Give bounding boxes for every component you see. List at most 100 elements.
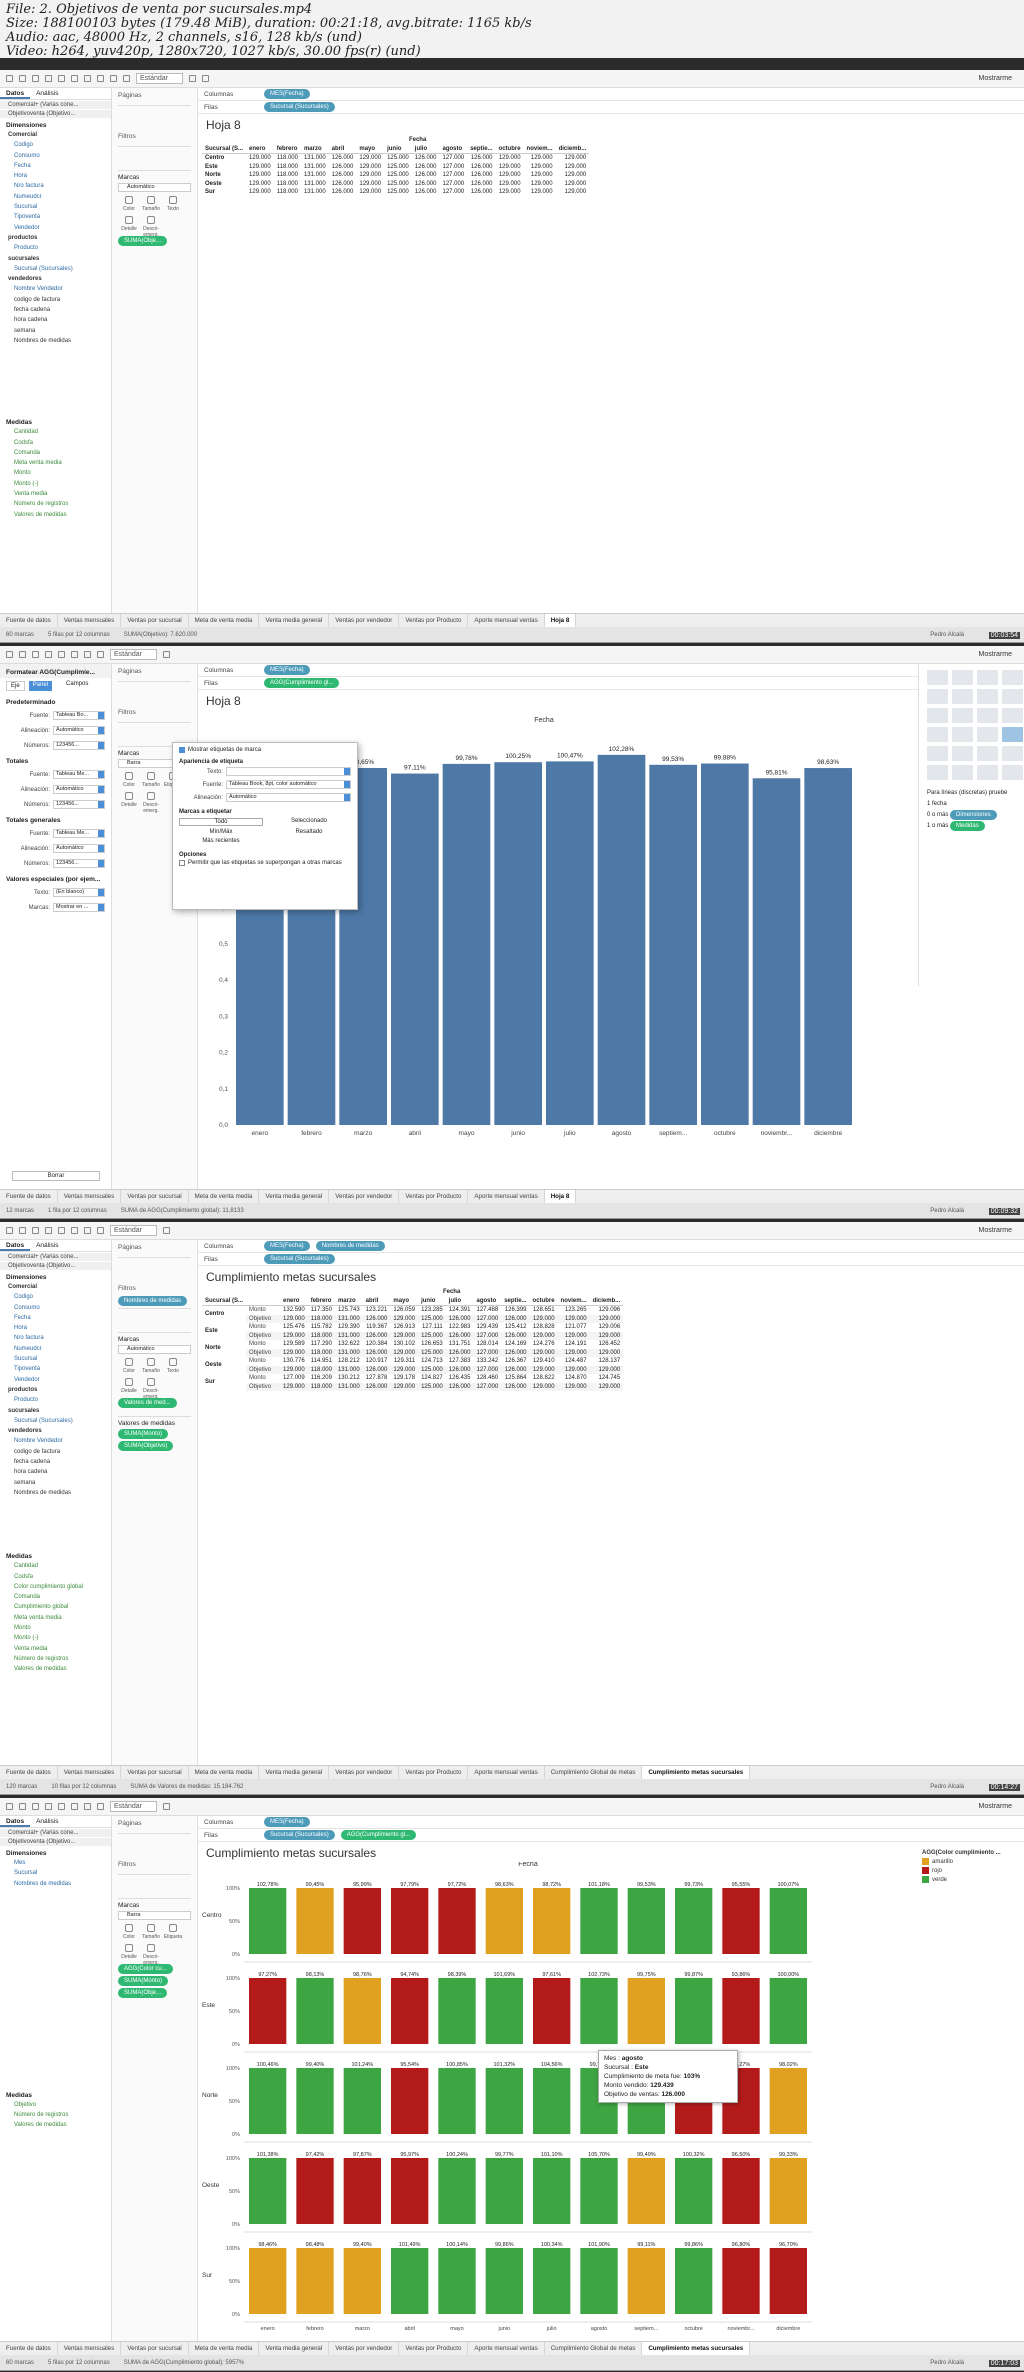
dimension-folder[interactable]: sucursales [0,1406,111,1416]
sheet-tab[interactable]: Fuente de datos [0,614,58,627]
chart-type-thumbnail[interactable] [927,708,948,723]
measure-field[interactable]: Monto (-) [0,479,111,489]
show-me-button[interactable]: Mostrarme [979,651,1012,658]
tab-eje[interactable]: Eje [6,681,25,691]
sheet-tab[interactable]: Cumplimiento Global de metas [545,2342,643,2355]
dimension-field[interactable]: Nombres de medidas [0,1488,111,1498]
share-icon[interactable] [163,1803,171,1810]
show-me-button[interactable]: Mostrarme [979,1227,1012,1234]
fit-dropdown[interactable]: Estándar [110,649,158,660]
dimension-field[interactable]: Tipoventa [0,1364,111,1374]
group-icon[interactable] [110,75,117,82]
measure-field[interactable]: Codsfa [0,1572,111,1582]
measure-field[interactable]: Monto [0,468,111,478]
sheet-tab[interactable]: Ventas por vendedor [329,1766,400,1779]
datasource-item[interactable]: Comercial+ (Varias cone... [0,1829,111,1837]
sheet-tab[interactable]: Ventas mensuales [58,1190,122,1203]
sheet-tab[interactable]: Ventas por Producto [399,614,469,627]
bar[interactable] [533,2248,571,2314]
tab-datos[interactable]: Datos [0,1816,31,1827]
bar[interactable] [769,2248,807,2314]
bar[interactable] [722,1978,760,2044]
filters-card[interactable]: Filtros [112,1857,197,1872]
bar[interactable] [391,2248,429,2314]
sheet-tab[interactable]: Cumplimiento metas sucursales [642,2342,751,2355]
pages-card[interactable]: Páginas [112,664,197,679]
bar[interactable] [296,2158,334,2224]
bar[interactable] [722,1888,760,1954]
dimension-folder[interactable]: productos [0,1385,111,1395]
bar[interactable] [627,2158,665,2224]
chart-type-thumbnail[interactable] [977,765,998,780]
color-button[interactable]: Color [118,770,140,790]
legend-item[interactable]: rojo [922,1867,1020,1874]
dimension-field[interactable]: hora cadena [0,1467,111,1477]
dimension-field[interactable]: Sucursal (Sucursales) [0,264,111,274]
dimension-field[interactable]: fecha cadena [0,1457,111,1467]
forward-icon[interactable] [32,651,39,658]
dimension-folder[interactable]: Comercial [0,130,111,140]
option-minmax[interactable]: Mín/Máx [179,829,263,835]
dimension-field[interactable]: Fecha [0,161,111,171]
save-icon[interactable] [45,1803,52,1810]
size-button[interactable]: Tamaño [140,1356,162,1376]
dimension-field[interactable]: Sucursal [0,1354,111,1364]
bar[interactable] [438,1888,476,1954]
save-icon[interactable] [45,1227,52,1234]
new-sheet-icon[interactable] [58,1803,65,1810]
back-icon[interactable] [19,651,26,658]
sheet-tab[interactable]: Ventas por vendedor [329,1190,400,1203]
format-dropdown[interactable]: Tableau Me... [53,770,105,779]
bar[interactable] [769,2158,807,2224]
dimension-field[interactable]: fecha cadena [0,305,111,315]
sheet-tab[interactable]: Ventas mensuales [58,2342,122,2355]
bar[interactable] [675,2158,713,2224]
bar[interactable] [249,2068,287,2134]
show-me-button[interactable]: Mostrarme [979,1803,1012,1810]
chart-type-thumbnail[interactable] [927,765,948,780]
chart-type-thumbnail[interactable] [927,689,948,704]
bar[interactable] [485,2068,523,2134]
measure-field[interactable]: Comanda [0,448,111,458]
format-dropdown[interactable]: 123456... [53,741,105,750]
sheet-tab[interactable]: Meta de venta media [189,1190,260,1203]
sheet-tab[interactable]: Venta media general [259,1766,330,1779]
bar[interactable] [249,2158,287,2224]
dimension-folder[interactable]: vendedores [0,274,111,284]
forward-icon[interactable] [32,1803,39,1810]
dimension-field[interactable]: Nro factura [0,181,111,191]
measure-value-pill[interactable]: SUMA(Monto) [118,1429,169,1439]
pages-card[interactable]: Páginas [112,1816,197,1831]
bar[interactable] [438,2158,476,2224]
format-dropdown[interactable]: (En blanco) [53,888,105,897]
bar[interactable] [627,1888,665,1954]
sort-icon[interactable] [84,1227,91,1234]
dimension-field[interactable]: Nombre Vendedor [0,1436,111,1446]
chart-type-thumbnail[interactable] [1002,670,1023,685]
sheet-tab[interactable]: Meta de venta media [189,2342,260,2355]
bar[interactable] [533,2158,571,2224]
format-dropdown[interactable]: 123456... [53,859,105,868]
dimension-field[interactable]: Codigo [0,140,111,150]
measure-value-pill[interactable]: SUMA(Objetivo) [118,1441,174,1451]
sheet-tab[interactable]: Ventas mensuales [58,614,122,627]
fit-dropdown[interactable]: Estándar [136,73,184,84]
format-dropdown[interactable]: Tableau Me... [53,829,105,838]
sheet-tab[interactable]: Ventas por sucursal [121,1190,189,1203]
forward-icon[interactable] [32,1227,39,1234]
chart-type-thumbnail[interactable] [927,727,948,742]
text-button[interactable]: Texto [162,1356,184,1376]
sort-icon[interactable] [84,75,91,82]
bar[interactable] [533,1978,571,2044]
size-button[interactable]: Tamaño [140,194,162,214]
sheet-tab[interactable]: Hoja 8 [544,1190,577,1203]
checkbox-icon[interactable] [179,747,185,753]
datasource-item[interactable]: Objetivoventa (Objetivo... [0,110,111,118]
sheet-tab[interactable]: Venta media general [259,1190,330,1203]
labels-icon[interactable] [97,1227,104,1234]
sheet-tab[interactable]: Cumplimiento metas sucursales [642,1766,751,1779]
columns-pill[interactable]: MES(Fecha) [264,1817,310,1827]
mark-type-dropdown[interactable]: Barra [118,1911,191,1920]
new-sheet-icon[interactable] [58,1227,65,1234]
dimension-field[interactable]: Nombres de medidas [0,336,111,346]
